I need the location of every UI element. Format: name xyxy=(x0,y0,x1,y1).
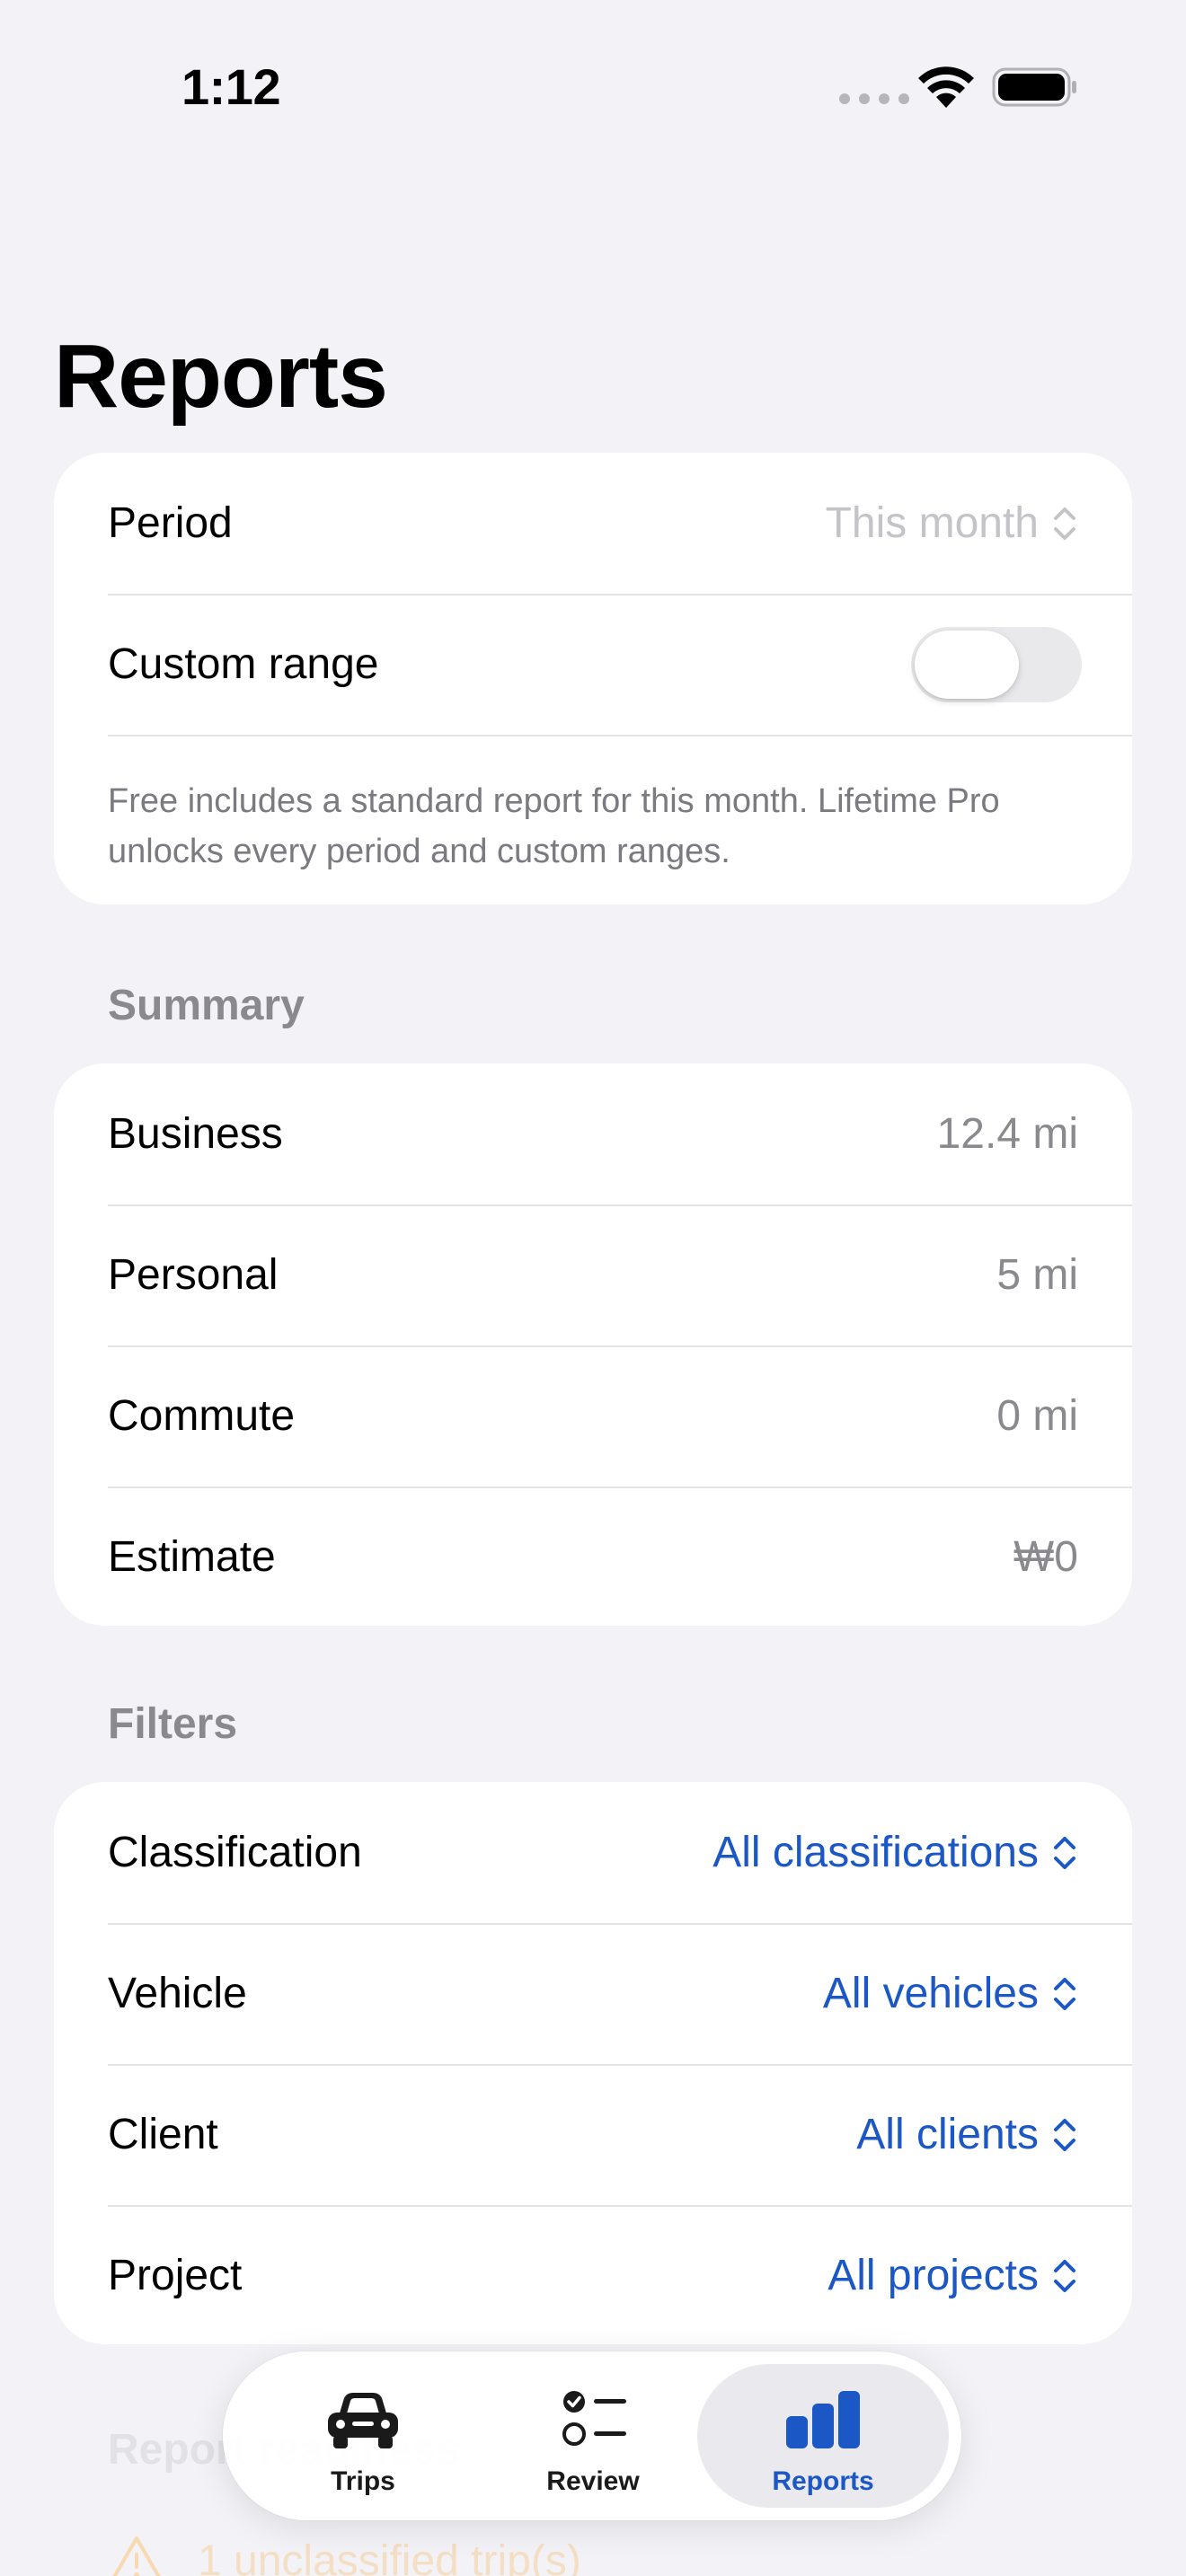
summary-row-commute: Commute 0 mi xyxy=(54,1345,1132,1486)
custom-range-label: Custom range xyxy=(108,640,379,688)
custom-range-toggle[interactable] xyxy=(911,626,1082,702)
summary-label: Estimate xyxy=(108,1533,276,1581)
unclassified-warning-row[interactable]: 1 unclassified trip(s) xyxy=(108,2535,581,2576)
battery-icon xyxy=(992,67,1076,107)
toggle-knob xyxy=(915,630,1019,699)
chevron-up-down-icon xyxy=(1054,1836,1075,1869)
tab-label: Trips xyxy=(331,2466,395,2496)
summary-row-estimate: Estimate ₩0 xyxy=(54,1486,1132,1626)
summary-value: 12.4 mi xyxy=(936,1110,1078,1158)
project-picker[interactable]: All projects xyxy=(828,2251,1078,2300)
period-picker[interactable]: This month xyxy=(826,498,1078,548)
pro-note: Free includes a standard report for this… xyxy=(54,735,1132,904)
summary-value: 5 mi xyxy=(996,1251,1078,1299)
cellular-signal-icon xyxy=(839,93,909,104)
filter-value: All classifications xyxy=(712,1829,1039,1876)
period-row[interactable]: Period This month xyxy=(54,453,1132,594)
summary-header: Summary xyxy=(108,982,305,1029)
period-label: Period xyxy=(108,499,233,547)
summary-label: Personal xyxy=(108,1251,279,1299)
filters-card: Classification All classifications Vehic… xyxy=(54,1782,1132,2344)
summary-value: ₩0 xyxy=(1013,1533,1078,1581)
chevron-up-down-icon xyxy=(1054,507,1075,540)
filter-label: Client xyxy=(108,2111,218,2158)
tab-reports[interactable]: Reports xyxy=(697,2364,949,2508)
summary-row-business: Business 12.4 mi xyxy=(54,1063,1132,1204)
filter-label: Vehicle xyxy=(108,1970,247,2017)
filter-row-vehicle[interactable]: Vehicle All vehicles xyxy=(54,1923,1132,2064)
page-title: Reports xyxy=(54,326,388,427)
car-icon xyxy=(328,2393,398,2448)
filter-label: Project xyxy=(108,2252,243,2299)
filter-row-project[interactable]: Project All projects xyxy=(54,2205,1132,2344)
filter-row-client[interactable]: Client All clients xyxy=(54,2064,1132,2205)
summary-value: 0 mi xyxy=(996,1392,1078,1440)
filter-label: Classification xyxy=(108,1829,362,1876)
summary-row-personal: Personal 5 mi xyxy=(54,1204,1132,1345)
status-time: 1:12 xyxy=(181,58,281,115)
tab-label: Review xyxy=(546,2466,640,2496)
summary-label: Commute xyxy=(108,1392,296,1440)
filter-value: All projects xyxy=(828,2252,1039,2299)
tab-review[interactable]: Review xyxy=(467,2364,719,2508)
bar-chart-icon xyxy=(786,2391,860,2448)
warning-triangle-icon xyxy=(112,2536,161,2576)
checklist-icon xyxy=(562,2391,626,2446)
filters-header: Filters xyxy=(108,1700,238,1748)
chevron-up-down-icon xyxy=(1054,2259,1075,2292)
chevron-up-down-icon xyxy=(1054,2118,1075,2151)
summary-label: Business xyxy=(108,1110,283,1158)
reports-screen: 1:12 Reports Period This month Custom ra… xyxy=(0,0,1186,2576)
summary-card: Business 12.4 mi Personal 5 mi Commute 0… xyxy=(54,1063,1132,1626)
tab-bar: Trips Review Reports xyxy=(223,2351,961,2520)
period-value: This month xyxy=(825,499,1039,547)
tab-trips[interactable]: Trips xyxy=(237,2364,489,2508)
wifi-icon xyxy=(918,66,974,108)
status-bar: 1:12 xyxy=(0,0,1186,171)
tab-label: Reports xyxy=(772,2466,874,2496)
unclassified-warning-text: 1 unclassified trip(s) xyxy=(198,2536,581,2576)
period-card: Period This month Custom range Free incl… xyxy=(54,453,1132,904)
chevron-up-down-icon xyxy=(1054,1977,1075,2010)
filter-value: All clients xyxy=(856,2111,1039,2158)
classification-picker[interactable]: All classifications xyxy=(712,1828,1078,1877)
client-picker[interactable]: All clients xyxy=(856,2110,1078,2159)
filter-value: All vehicles xyxy=(822,1970,1039,2017)
vehicle-picker[interactable]: All vehicles xyxy=(823,1969,1078,2018)
filter-row-classification[interactable]: Classification All classifications xyxy=(54,1782,1132,1923)
custom-range-row: Custom range xyxy=(54,594,1132,735)
pro-note-text: Free includes a standard report for this… xyxy=(108,782,1000,870)
